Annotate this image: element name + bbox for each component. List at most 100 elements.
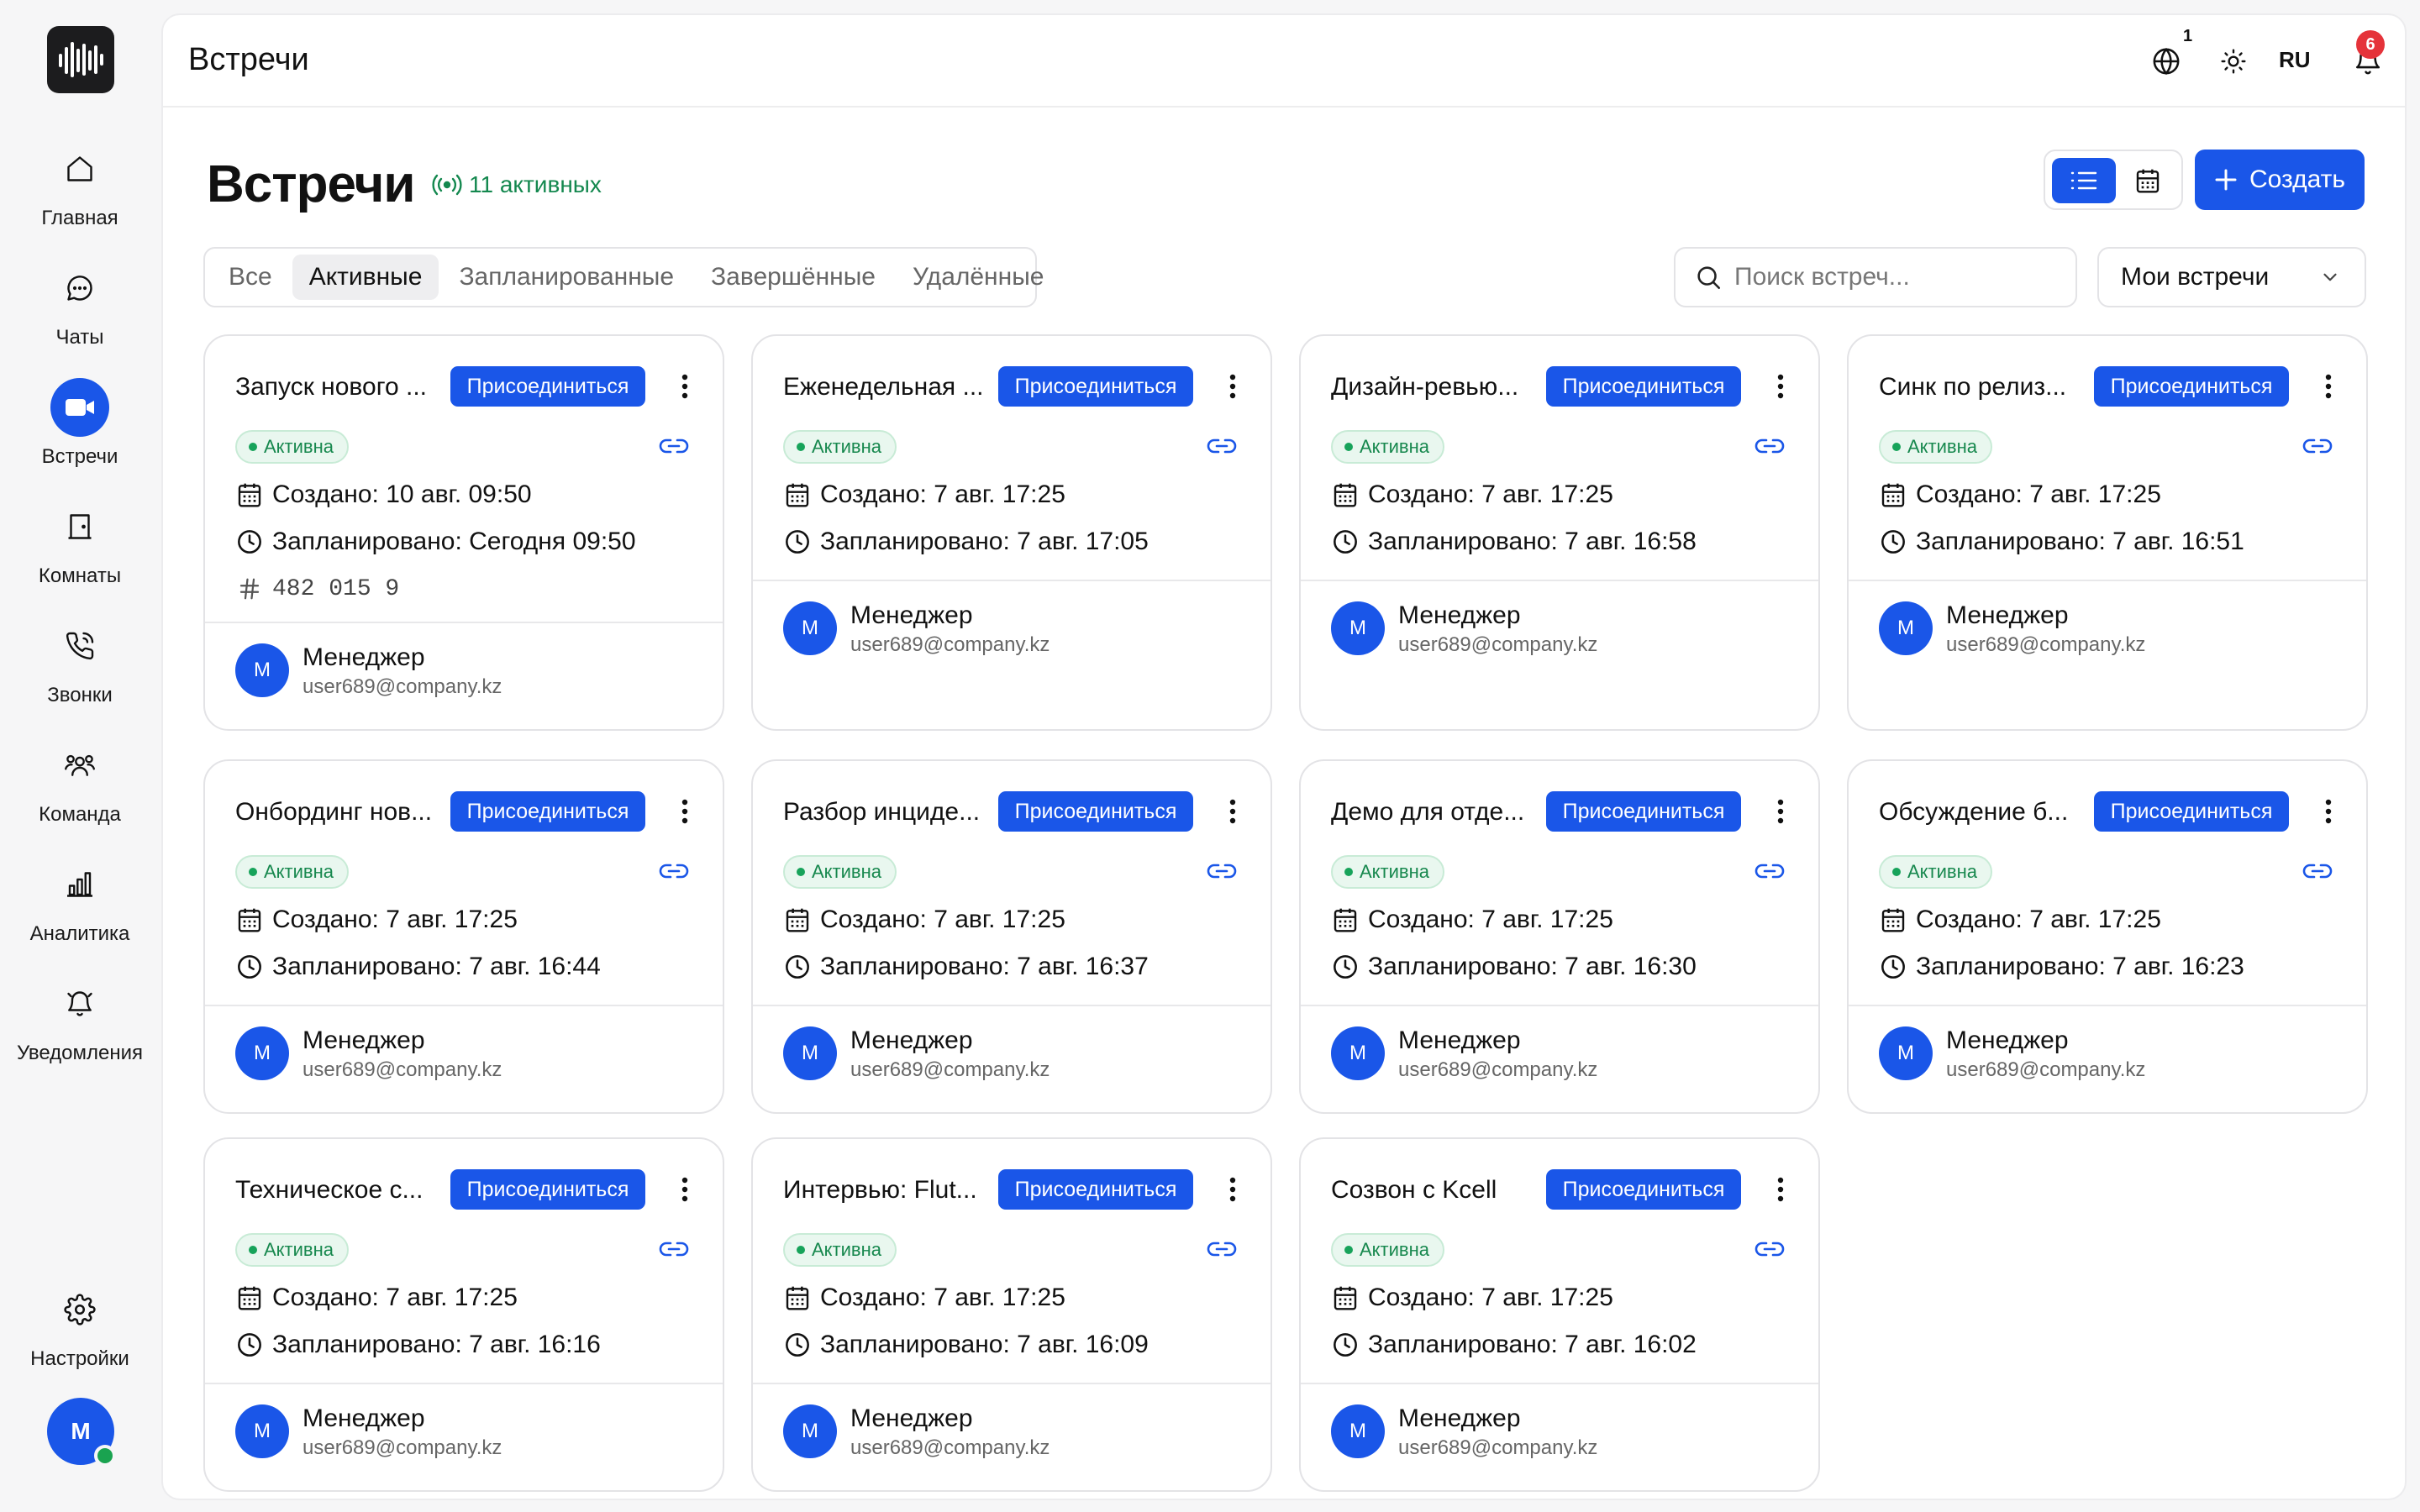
sidebar-item-settings[interactable]: Настройки — [0, 1280, 160, 1371]
tab-1[interactable]: Активные — [292, 255, 439, 300]
organizer-section: M Менеджер user689@company.kz — [1849, 1005, 2366, 1112]
status-label: Активна — [1907, 436, 1977, 457]
calendar-view-button[interactable] — [2116, 158, 2180, 203]
join-button[interactable]: Присоединиться — [1546, 791, 1741, 832]
status-label: Активна — [264, 861, 334, 882]
clock-icon — [1879, 953, 1907, 981]
meeting-card[interactable]: Демо для отде... Присоединиться Активна Соз… — [1299, 759, 1820, 1114]
scheduled-row: Запланировано: 7 авг. 16:44 — [235, 953, 601, 981]
tab-3[interactable]: Завершённые — [694, 255, 892, 300]
organizer-section: M Менеджер user689@company.kz — [205, 622, 723, 729]
join-button[interactable]: Присоединиться — [450, 791, 645, 832]
calendar-icon — [235, 480, 264, 509]
meeting-title: Дизайн-ревью... — [1331, 373, 1519, 401]
created-row: Создано: 7 авг. 17:25 — [235, 906, 518, 934]
status-dot — [1344, 868, 1353, 876]
globe-icon[interactable] — [2148, 43, 2185, 80]
more-options-icon[interactable] — [2316, 371, 2341, 402]
copy-link-icon[interactable] — [657, 433, 691, 459]
join-button[interactable]: Присоединиться — [2094, 791, 2289, 832]
meeting-card[interactable]: Синк по релиз... Присоединиться Активна Соз… — [1847, 334, 2368, 731]
search-input[interactable]: Поиск встреч... — [1674, 247, 2077, 307]
meeting-card[interactable]: Онбординг нов... Присоединиться Активна Соз… — [203, 759, 724, 1114]
join-button[interactable]: Присоединиться — [998, 1169, 1193, 1210]
more-options-icon[interactable] — [2316, 796, 2341, 827]
sidebar: Главная Чаты Встречи Комнаты Звонки Команда Ан… — [0, 0, 160, 1512]
join-button[interactable]: Присоединиться — [1546, 1169, 1741, 1210]
meeting-card[interactable]: Интервью: Flut... Присоединиться Активна Со… — [751, 1137, 1272, 1492]
join-button[interactable]: Присоединиться — [1546, 366, 1741, 407]
created-row: Создано: 7 авг. 17:25 — [1879, 906, 2161, 934]
sidebar-item-chat[interactable]: Чаты — [0, 259, 160, 349]
status-badge: Активна — [783, 430, 897, 464]
status-dot — [249, 443, 257, 451]
calendar-icon — [783, 480, 812, 509]
more-options-icon[interactable] — [1768, 1174, 1793, 1205]
meeting-card[interactable]: Созвон с Kcell Присоединиться Активна Созда… — [1299, 1137, 1820, 1492]
join-button[interactable]: Присоединиться — [450, 366, 645, 407]
meeting-card[interactable]: Обсуждение б... Присоединиться Активна Созд… — [1847, 759, 2368, 1114]
copy-link-icon[interactable] — [1753, 433, 1786, 459]
status-badge: Активна — [1879, 430, 1992, 464]
organizer-email: user689@company.kz — [1398, 1058, 1598, 1081]
organizer-email: user689@company.kz — [302, 675, 502, 698]
join-button[interactable]: Присоединиться — [998, 791, 1193, 832]
sidebar-item-phone[interactable]: Звонки — [0, 617, 160, 707]
copy-link-icon[interactable] — [1753, 858, 1786, 884]
copy-link-icon[interactable] — [1205, 1236, 1239, 1262]
sidebar-item-video-camera[interactable]: Встречи — [0, 378, 160, 469]
tab-0[interactable]: Все — [212, 255, 289, 300]
more-options-icon[interactable] — [672, 1174, 697, 1205]
app-logo[interactable] — [47, 26, 114, 93]
sun-icon[interactable] — [2215, 43, 2252, 80]
list-view-button[interactable] — [2052, 158, 2116, 203]
join-button[interactable]: Присоединиться — [998, 366, 1193, 407]
meeting-card[interactable]: Запуск нового ... Присоединиться Активна Со… — [203, 334, 724, 731]
copy-link-icon[interactable] — [1753, 1236, 1786, 1262]
status-dot — [1344, 1246, 1353, 1254]
meeting-code-row: 482 015 9 — [235, 575, 399, 603]
more-options-icon[interactable] — [672, 796, 697, 827]
copy-link-icon[interactable] — [1205, 858, 1239, 884]
meeting-card[interactable]: Дизайн-ревью... Присоединиться Активна Созд… — [1299, 334, 1820, 731]
copy-link-icon[interactable] — [2301, 433, 2334, 459]
copy-link-icon[interactable] — [657, 858, 691, 884]
home-icon — [50, 139, 109, 198]
join-button[interactable]: Присоединиться — [2094, 366, 2289, 407]
created-row: Создано: 7 авг. 17:25 — [235, 1284, 518, 1312]
sidebar-item-bell[interactable]: Уведомления — [0, 974, 160, 1065]
language-switcher[interactable]: RU — [2279, 47, 2311, 73]
more-options-icon[interactable] — [1220, 796, 1245, 827]
create-meeting-button[interactable]: Создать — [2195, 150, 2365, 210]
more-options-icon[interactable] — [672, 371, 697, 402]
meeting-card[interactable]: Техническое с... Присоединиться Активна Соз… — [203, 1137, 724, 1492]
clock-icon — [1331, 953, 1360, 981]
sidebar-item-bar-chart[interactable]: Аналитика — [0, 855, 160, 946]
organizer-email: user689@company.kz — [1398, 633, 1598, 656]
more-options-icon[interactable] — [1220, 1174, 1245, 1205]
sidebar-item-label: Команда — [39, 803, 121, 826]
created-text: Создано: 7 авг. 17:25 — [1368, 480, 1613, 508]
meetings-filter-select[interactable]: Мои встречи — [2097, 247, 2366, 307]
copy-link-icon[interactable] — [1205, 433, 1239, 459]
copy-link-icon[interactable] — [657, 1236, 691, 1262]
meeting-card[interactable]: Еженедельная ... Присоединиться Активна Соз… — [751, 334, 1272, 731]
scheduled-text: Запланировано: 7 авг. 16:02 — [1368, 1331, 1697, 1358]
tab-4[interactable]: Удалённые — [896, 255, 1060, 300]
meeting-card[interactable]: Разбор инциде... Присоединиться Активна Соз… — [751, 759, 1272, 1114]
more-options-icon[interactable] — [1768, 371, 1793, 402]
created-row: Создано: 10 авг. 09:50 — [235, 480, 532, 509]
more-options-icon[interactable] — [1768, 796, 1793, 827]
copy-link-icon[interactable] — [2301, 858, 2334, 884]
sidebar-item-door[interactable]: Комнаты — [0, 497, 160, 588]
more-options-icon[interactable] — [1220, 371, 1245, 402]
organizer-name: Менеджер — [1946, 601, 2069, 629]
sidebar-item-team[interactable]: Команда — [0, 736, 160, 827]
join-button[interactable]: Присоединиться — [450, 1169, 645, 1210]
scheduled-row: Запланировано: 7 авг. 16:02 — [1331, 1331, 1697, 1359]
organizer-avatar: M — [783, 1026, 837, 1080]
organizer-name: Менеджер — [302, 1026, 425, 1054]
sidebar-item-home[interactable]: Главная — [0, 139, 160, 230]
sidebar-item-label: Звонки — [47, 684, 113, 706]
tab-2[interactable]: Запланированные — [442, 255, 691, 300]
